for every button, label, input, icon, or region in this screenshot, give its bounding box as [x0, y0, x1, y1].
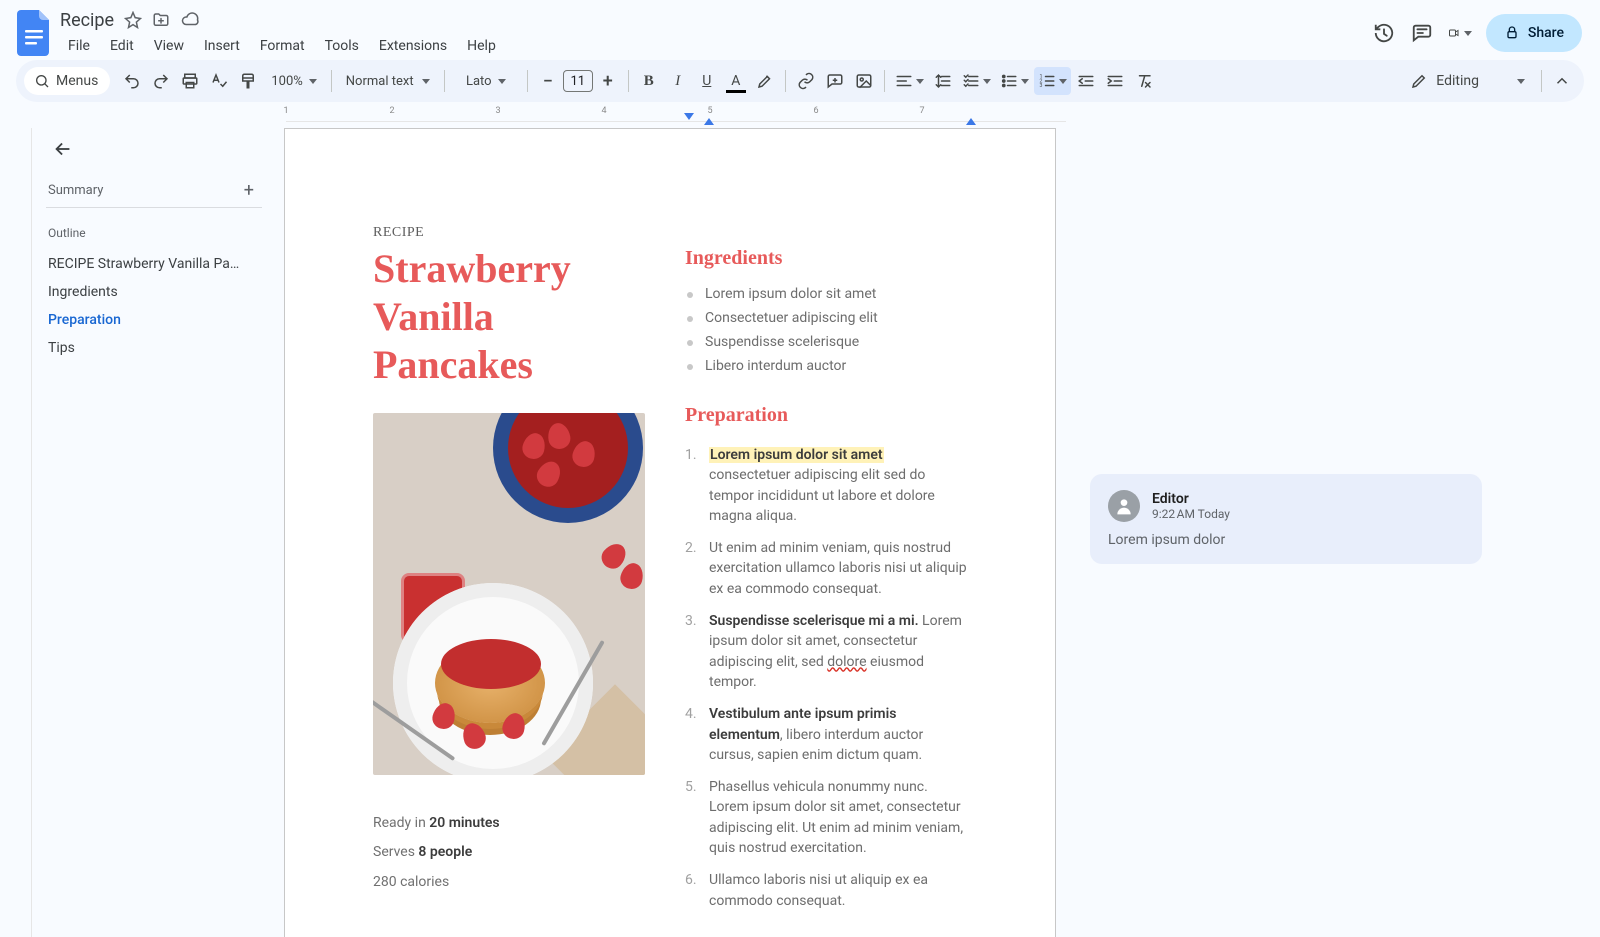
undo-button[interactable] [118, 67, 146, 95]
doc-title[interactable]: Recipe [60, 10, 114, 31]
comment-time: 9:22 AM Today [1152, 507, 1230, 521]
insert-image-button[interactable] [850, 67, 878, 95]
outline-item-ingredients[interactable]: Ingredients [46, 278, 246, 306]
comment-author: Editor [1152, 491, 1230, 507]
increase-indent-button[interactable] [1101, 67, 1129, 95]
preparation-heading: Preparation [685, 404, 967, 427]
list-item: Suspendisse scelerisque mi a mi. Lorem i… [685, 605, 967, 698]
outline-heading: Outline [46, 226, 270, 240]
highlight-color-button[interactable] [751, 67, 779, 95]
add-comment-button[interactable] [821, 67, 849, 95]
insert-link-button[interactable] [792, 67, 820, 95]
menu-format[interactable]: Format [252, 36, 313, 56]
bulleted-list-button[interactable] [996, 67, 1033, 95]
decrease-indent-button[interactable] [1072, 67, 1100, 95]
avatar [1108, 490, 1140, 522]
ingredients-list: Lorem ipsum dolor sit amet Consectetuer … [685, 282, 967, 378]
star-icon[interactable] [124, 11, 142, 29]
checklist-button[interactable] [958, 67, 995, 95]
font-size-input[interactable]: 11 [563, 70, 593, 92]
close-outline-button[interactable] [46, 132, 80, 166]
menu-view[interactable]: View [146, 36, 192, 56]
list-item: Lorem ipsum dolor sit amet consectetuer … [685, 439, 967, 532]
outline-item-preparation[interactable]: Preparation [46, 306, 246, 334]
list-item: Ullamco laboris nisi ut aliquip ex ea co… [685, 864, 967, 917]
font-family-select[interactable]: Lato [451, 67, 521, 95]
comment-card[interactable]: Editor 9:22 AM Today Lorem ipsum dolor [1090, 474, 1482, 564]
font-size-increase[interactable]: + [594, 67, 622, 95]
menu-bar: File Edit View Insert Format Tools Exten… [60, 34, 1372, 58]
share-button[interactable]: Share [1486, 14, 1582, 52]
list-item: Lorem ipsum dolor sit amet [685, 282, 967, 306]
recipe-hero-image [373, 413, 645, 775]
zoom-select[interactable]: 100% [263, 67, 324, 95]
vertical-ruler[interactable] [16, 128, 32, 937]
outline-panel: Summary + Outline RECIPE Strawberry Vani… [32, 122, 270, 935]
history-icon[interactable] [1372, 21, 1396, 45]
paragraph-style-select[interactable]: Normal text [338, 67, 438, 95]
menu-insert[interactable]: Insert [196, 36, 248, 56]
comment-body: Lorem ipsum dolor [1108, 532, 1464, 548]
meet-icon[interactable] [1448, 21, 1472, 45]
add-summary-button[interactable]: + [244, 180, 254, 201]
move-icon[interactable] [152, 11, 170, 29]
spellcheck-button[interactable] [205, 67, 233, 95]
docs-logo[interactable] [10, 6, 60, 56]
share-label: Share [1528, 25, 1564, 41]
horizontal-ruler[interactable]: /* decorative ticks skipped */ 1 2 3 4 5… [286, 106, 1066, 122]
summary-label: Summary [48, 183, 103, 198]
menus-label: Menus [56, 73, 98, 89]
list-item: Ut enim ad minim veniam, quis nostrud ex… [685, 532, 967, 605]
collapse-toolbar-button[interactable] [1548, 67, 1576, 95]
menu-tools[interactable]: Tools [317, 36, 367, 56]
menu-extensions[interactable]: Extensions [371, 36, 455, 56]
menu-edit[interactable]: Edit [102, 36, 142, 56]
font-size-decrease[interactable]: − [534, 67, 562, 95]
preparation-list: Lorem ipsum dolor sit amet consectetuer … [685, 439, 967, 917]
outline-item-title[interactable]: RECIPE Strawberry Vanilla Panc... [46, 250, 246, 278]
menu-file[interactable]: File [60, 36, 98, 56]
print-button[interactable] [176, 67, 204, 95]
text-color-button[interactable]: A [722, 67, 750, 95]
list-item: Consectetuer adipiscing elit [685, 306, 967, 330]
clear-formatting-button[interactable] [1130, 67, 1158, 95]
editing-mode-select[interactable]: Editing [1400, 72, 1535, 90]
paint-format-button[interactable] [234, 67, 262, 95]
underline-button[interactable]: U [693, 67, 721, 95]
menu-help[interactable]: Help [459, 36, 504, 56]
ingredients-heading: Ingredients [685, 247, 967, 270]
list-item: Libero interdum auctor [685, 354, 967, 378]
recipe-overline: RECIPE [373, 225, 645, 241]
svg-text:3: 3 [1039, 83, 1042, 89]
bold-button[interactable]: B [635, 67, 663, 95]
comments-icon[interactable] [1410, 21, 1434, 45]
toolbar: Menus 100% Normal text Lato − 11 + B I U… [16, 60, 1584, 102]
line-spacing-button[interactable] [929, 67, 957, 95]
align-button[interactable] [891, 67, 928, 95]
recipe-title: Strawberry Vanilla Pancakes [373, 245, 645, 389]
numbered-list-button[interactable]: 123 [1034, 67, 1071, 95]
app-header: Recipe File Edit View Insert Format Tool… [0, 0, 1600, 60]
list-item: Vestibulum ante ipsum primis elementum, … [685, 698, 967, 771]
redo-button[interactable] [147, 67, 175, 95]
list-item: Phasellus vehicula nonummy nunc. Lorem i… [685, 771, 967, 864]
ruler-first-line-indent[interactable] [684, 113, 694, 120]
document-page[interactable]: RECIPE Strawberry Vanilla Pancakes [284, 128, 1056, 937]
search-menus[interactable]: Menus [24, 67, 110, 95]
italic-button[interactable]: I [664, 67, 692, 95]
cloud-status-icon[interactable] [180, 11, 200, 29]
outline-item-tips[interactable]: Tips [46, 334, 246, 362]
recipe-facts: Ready in 20 minutes Serves 8 people 280 … [373, 809, 645, 897]
list-item: Suspendisse scelerisque [685, 330, 967, 354]
